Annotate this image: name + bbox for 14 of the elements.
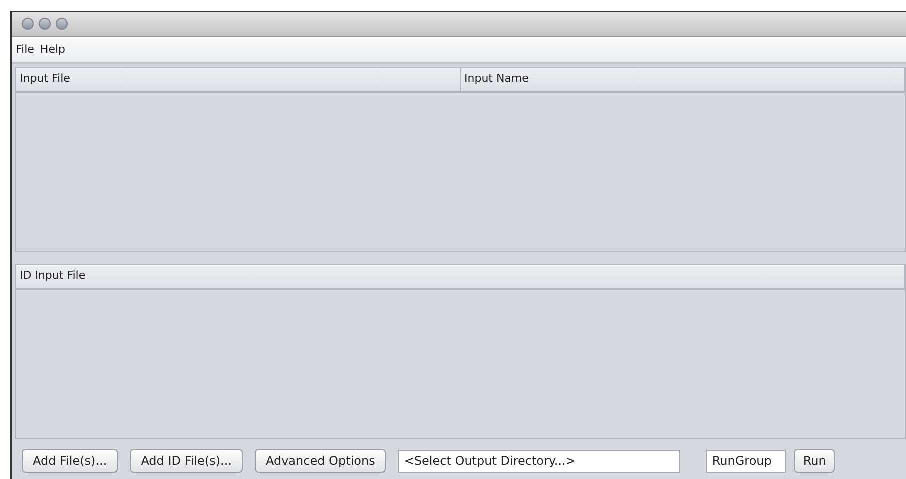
column-header[interactable]: Input File xyxy=(16,68,460,91)
group-name-field[interactable]: RunGroup xyxy=(706,450,786,472)
output-directory-field[interactable]: <Select Output Directory...> xyxy=(398,450,680,472)
action-button[interactable]: Advanced Options xyxy=(254,449,386,473)
column-header[interactable]: ID Input File xyxy=(16,265,905,288)
action-button[interactable]: Add File(s)... xyxy=(22,449,118,473)
window-control-icon[interactable] xyxy=(39,18,51,30)
column-header[interactable]: Input Name xyxy=(460,68,905,91)
run-button[interactable]: Run xyxy=(794,449,836,473)
menu-item[interactable]: File xyxy=(16,43,34,56)
menu-item[interactable]: Help xyxy=(40,43,66,56)
window-control-icon[interactable] xyxy=(22,18,34,30)
action-button[interactable]: Add ID File(s)... xyxy=(130,449,243,473)
window-control-icon[interactable] xyxy=(56,18,68,30)
